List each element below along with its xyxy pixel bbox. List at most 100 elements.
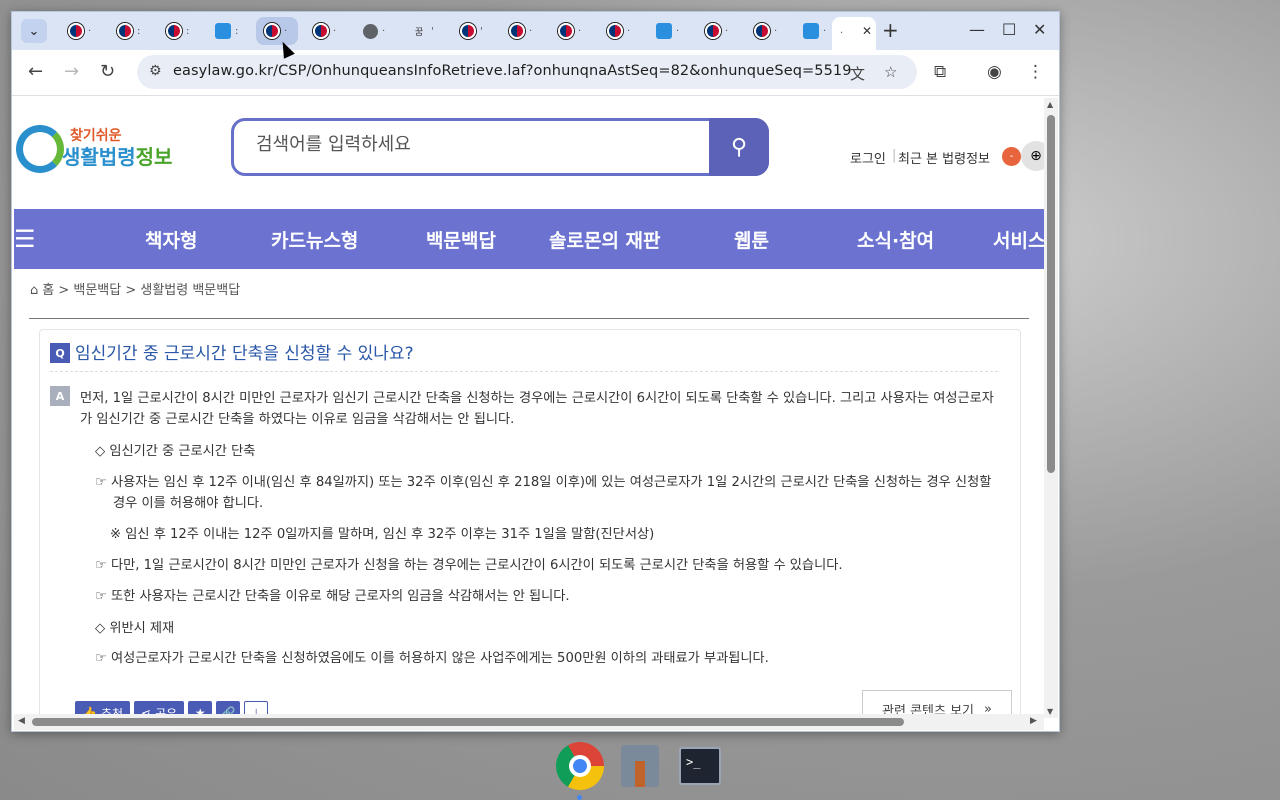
active-app-indicator — [577, 795, 582, 800]
tab-strip: ⌄ ·::: · · · 꿈 ' ' · · · · · · · · ✕ + — ☐ ✕ — [12, 12, 1059, 50]
tab-dot: ' — [431, 25, 434, 37]
breadcrumb-text[interactable]: 홈 > 백문백답 > 생활법령 백문백답 — [42, 283, 240, 298]
korea-gov-icon — [117, 23, 133, 39]
search-icon: ⚲ — [730, 134, 748, 160]
answer-item: ☞ 사용자는 임신 후 12주 이내(임신 후 84일까지) 또는 32주 이후… — [95, 475, 992, 511]
tab-dot: ' — [480, 25, 483, 37]
browser-tab[interactable]: 꿈 ' — [403, 17, 445, 45]
answer-paragraph: 먼저, 1일 근로시간이 8시간 미만인 근로자가 임신기 근로시간 단축을 신… — [80, 391, 994, 427]
browser-tab[interactable]: · — [501, 17, 543, 45]
minimize-icon[interactable]: — — [969, 20, 985, 39]
easylaw-box-icon — [803, 23, 819, 39]
language-globe-icon[interactable]: ⊕ — [1021, 141, 1044, 171]
browser-tab[interactable]: · — [354, 17, 396, 45]
url-text[interactable]: easylaw.go.kr/CSP/OnhunqueansInfoRetriev… — [173, 63, 852, 79]
search-button[interactable]: ⚲ — [709, 118, 769, 176]
vertical-scroll-thumb[interactable] — [1047, 115, 1055, 473]
home-icon[interactable]: ⌂ — [30, 283, 38, 298]
korea-gov-icon — [705, 23, 721, 39]
scroll-down-icon[interactable]: ▼ — [1047, 707, 1053, 716]
korea-gov-icon — [166, 23, 182, 39]
tab-dot: : — [186, 25, 190, 37]
horizontal-scrollbar[interactable]: ◀ ▶ — [14, 714, 1044, 730]
tab-dot: : — [235, 25, 239, 37]
nav-item-qa[interactable]: 백문백답 — [426, 226, 496, 253]
browser-tab[interactable]: · — [305, 17, 347, 45]
browser-tab[interactable]: : — [207, 17, 249, 45]
browser-tab[interactable]: · — [697, 17, 739, 45]
browser-tab[interactable]: · — [599, 17, 641, 45]
browser-tab[interactable]: · — [746, 17, 788, 45]
browser-tab[interactable]: : — [158, 17, 200, 45]
site-info-icon[interactable]: ⚙ — [149, 63, 162, 79]
translate-icon[interactable]: 文 — [850, 63, 865, 84]
terminal-taskbar-icon[interactable]: >_ — [676, 742, 724, 790]
tab-dot: · — [578, 25, 582, 37]
browser-tab[interactable]: ' — [452, 17, 494, 45]
tab-dot: · — [88, 25, 92, 37]
browser-tab[interactable]: : — [109, 17, 151, 45]
vertical-scrollbar[interactable]: ▲ ▼ — [1044, 98, 1058, 718]
question-separator — [50, 371, 998, 372]
chevron-down-icon: ⌄ — [28, 23, 40, 39]
tab-dot: · — [382, 25, 386, 37]
browser-tab[interactable]: · — [795, 17, 837, 45]
question-title: 임신기간 중 근로시간 단축을 신청할 수 있나요? — [75, 344, 414, 364]
profile-icon[interactable]: ◉ — [987, 62, 1002, 82]
answer-badge: A — [50, 386, 70, 406]
divider — [29, 318, 1029, 319]
reload-icon[interactable]: ↻ — [100, 62, 115, 82]
address-bar[interactable]: ⚙ easylaw.go.kr/CSP/OnhunqueansInfoRetri… — [137, 55, 917, 89]
related-content-button[interactable]: 관련 콘텐츠 보기 » — [862, 690, 1012, 717]
scroll-left-icon[interactable]: ◀ — [18, 716, 25, 726]
nav-item-cardnews[interactable]: 카드뉴스형 — [271, 226, 358, 253]
bookmark-star-icon[interactable]: ☆ — [884, 63, 897, 81]
tab-search-button[interactable]: ⌄ — [21, 19, 47, 43]
tab-dot: : — [137, 25, 141, 37]
maximize-icon[interactable]: ☐ — [1002, 20, 1016, 39]
back-icon[interactable]: ← — [28, 62, 43, 82]
breadcrumb: ⌂ 홈 > 백문백답 > 생활법령 백문백답 — [30, 279, 240, 298]
nav-item-service[interactable]: 서비스 — [993, 226, 1044, 253]
tab-dot: · — [676, 25, 680, 37]
close-tab-icon[interactable]: ✕ — [862, 24, 872, 38]
tab-active[interactable]: · ✕ — [832, 17, 876, 50]
browser-tab[interactable]: · — [550, 17, 592, 45]
logo-main-text: 생활법령정보 — [62, 145, 173, 169]
logo-swirl-icon — [16, 125, 64, 173]
horizontal-scroll-thumb[interactable] — [32, 718, 904, 726]
qa-card: Q 임신기간 중 근로시간 단축을 신청할 수 있나요? A 먼저, 1일 근로… — [39, 329, 1021, 717]
forward-icon[interactable]: → — [64, 62, 79, 82]
nav-item-news[interactable]: 소식·참여 — [857, 226, 934, 253]
new-tab-button[interactable]: + — [882, 20, 899, 40]
site-logo[interactable]: 찾기쉬운 생활법령정보 — [16, 125, 176, 175]
scroll-up-icon[interactable]: ▲ — [1047, 100, 1053, 109]
web-page: 찾기쉬운 생활법령정보 ⚲ 로그인 | 최근 본 법령정보 - ⊕ ☰ 책자형 … — [14, 97, 1044, 717]
browser-window: ⌄ ·::: · · · 꿈 ' ' · · · · · · · · ✕ + — ☐ ✕ ← → ↻ ⚙ … — [11, 11, 1060, 732]
browser-toolbar: ← → ↻ ⚙ easylaw.go.kr/CSP/OnhunqueansInf… — [12, 50, 1059, 96]
nav-item-booklet[interactable]: 책자형 — [145, 226, 197, 253]
hamburger-menu-icon[interactable]: ☰ — [14, 227, 36, 251]
browser-tab[interactable]: · — [60, 17, 102, 45]
browser-tab[interactable]: · — [256, 17, 298, 45]
search-input[interactable] — [256, 134, 676, 155]
close-window-icon[interactable]: ✕ — [1033, 20, 1046, 39]
scroll-right-icon[interactable]: ▶ — [1030, 716, 1037, 726]
recent-laws-link[interactable]: 최근 본 법령정보 — [898, 148, 990, 167]
nav-item-webtoon[interactable]: 웹툰 — [734, 226, 769, 253]
browser-tab[interactable]: · — [648, 17, 690, 45]
tools-taskbar-icon[interactable] — [616, 742, 664, 790]
korea-gov-icon — [264, 23, 280, 39]
login-link[interactable]: 로그인 — [850, 148, 886, 167]
tab-dot: · — [840, 28, 844, 39]
section-heading: ◇ 임신기간 중 근로시간 단축 — [95, 444, 256, 459]
tab-dot: · — [529, 25, 533, 37]
main-nav: ☰ 책자형 카드뉴스형 백문백답 솔로몬의 재판 웹툰 소식·참여 서비스 — [14, 209, 1044, 269]
korea-gov-icon — [313, 23, 329, 39]
kebab-menu-icon[interactable]: ⋮ — [1027, 62, 1044, 82]
nav-item-solomon[interactable]: 솔로몬의 재판 — [549, 226, 661, 253]
tab-dot: · — [333, 25, 337, 37]
extensions-icon[interactable]: ⧉ — [934, 62, 946, 82]
answer-item: ☞ 또한 사용자는 근로시간 단축을 이유로 해당 근로자의 임금을 삭감해서는… — [95, 589, 570, 604]
chrome-taskbar-icon[interactable] — [556, 742, 604, 790]
